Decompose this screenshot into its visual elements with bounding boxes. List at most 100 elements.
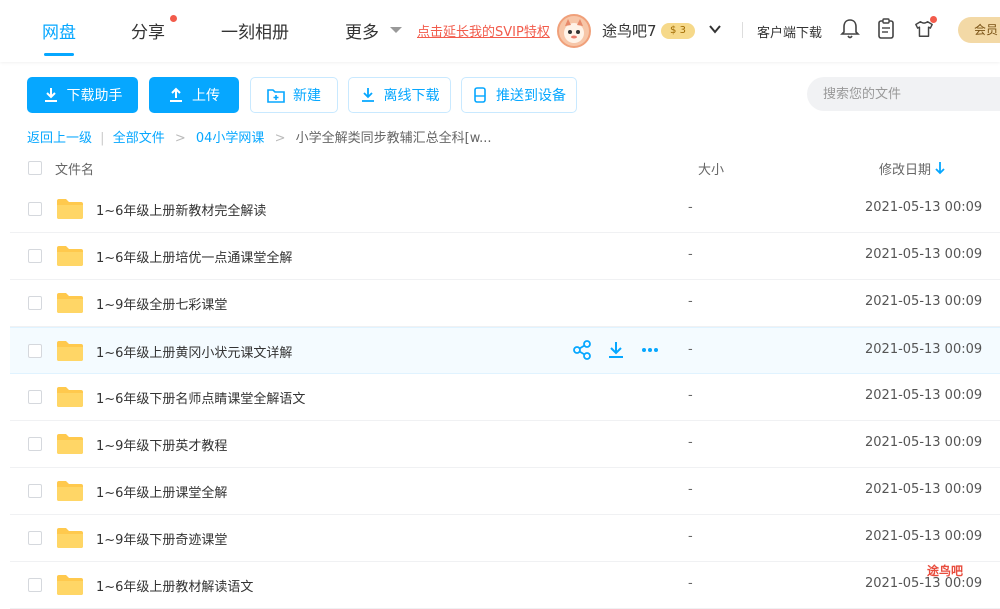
upload-button[interactable]: 上传 — [149, 77, 239, 113]
file-modified-date: 2021-05-13 00:09 — [865, 529, 983, 544]
breadcrumb-chevron-icon: > — [174, 131, 186, 146]
file-size: - — [688, 388, 693, 403]
row-checkbox[interactable] — [28, 531, 42, 545]
vip-currency-icon: $ — [670, 25, 677, 36]
row-actions — [572, 340, 660, 360]
table-row[interactable]: 1~9年级下册奇迹课堂 - 2021-05-13 00:09 — [10, 515, 1000, 562]
file-name[interactable]: 1~9年级下册英才教程 — [96, 435, 227, 454]
file-modified-date: 2021-05-13 00:09 — [865, 388, 983, 403]
avatar[interactable] — [557, 14, 591, 48]
svip-promo-link[interactable]: 点击延长我的SVIP特权 — [417, 21, 550, 40]
row-checkbox[interactable] — [28, 296, 42, 310]
nav-netdisk[interactable]: 网盘 — [42, 18, 76, 43]
table-header: 文件名 大小 修改日期 — [0, 150, 1000, 186]
file-size: - — [688, 342, 693, 357]
top-header: 网盘 分享 一刻相册 更多 点击延长我的SVIP特权 途鸟吧7 $ 3 客户端下… — [0, 0, 1000, 62]
column-header-modified[interactable]: 修改日期 — [879, 159, 931, 178]
breadcrumb-current: 小学全解类同步教辅汇总全科[w... — [295, 131, 492, 146]
download-icon — [44, 88, 57, 102]
row-checkbox[interactable] — [28, 249, 42, 263]
file-name[interactable]: 1~6年级下册名师点睛课堂全解语文 — [96, 388, 305, 407]
file-size: - — [688, 576, 693, 591]
account-chevron-down-icon[interactable] — [708, 22, 722, 36]
nav-album[interactable]: 一刻相册 — [221, 18, 289, 43]
offline-download-button[interactable]: 离线下载 — [348, 77, 451, 113]
client-download-link[interactable]: 客户端下载 — [757, 22, 822, 41]
folder-icon — [57, 387, 83, 407]
push-device-label: 推送到设备 — [496, 88, 566, 104]
file-name[interactable]: 1~6年级上册培优一点通课堂全解 — [96, 247, 292, 266]
file-size: - — [688, 529, 693, 544]
file-modified-date: 2021-05-13 00:09 — [865, 294, 983, 309]
breadcrumb-chevron-icon: > — [274, 131, 286, 146]
svip-level-badge: $ 3 — [661, 23, 695, 39]
new-folder-icon — [267, 89, 285, 103]
download-icon[interactable] — [606, 340, 626, 360]
upload-icon — [170, 87, 182, 102]
share-notification-dot — [170, 15, 177, 22]
folder-icon — [57, 575, 83, 595]
folder-icon — [57, 341, 83, 361]
table-row[interactable]: 1~9年级下册英才教程 - 2021-05-13 00:09 — [10, 421, 1000, 468]
folder-icon — [57, 246, 83, 266]
file-size: - — [688, 435, 693, 450]
vip-level: 3 — [679, 25, 686, 36]
file-name[interactable]: 1~6年级上册黄冈小状元课文详解 — [96, 342, 292, 361]
file-modified-date: 2021-05-13 00:09 — [865, 247, 983, 262]
file-modified-date: 2021-05-13 00:09 — [865, 342, 983, 357]
username[interactable]: 途鸟吧7 — [602, 20, 657, 41]
file-name[interactable]: 1~6年级上册教材解读语文 — [96, 576, 253, 595]
file-modified-date: 2021-05-13 00:09 — [865, 576, 983, 591]
bell-icon[interactable] — [840, 18, 860, 40]
offline-download-icon — [361, 88, 374, 102]
file-name[interactable]: 1~6年级上册课堂全解 — [96, 482, 227, 501]
member-button[interactable]: 会员 — [958, 17, 1000, 43]
table-row[interactable]: 1~6年级上册课堂全解 - 2021-05-13 00:09 — [10, 468, 1000, 515]
file-name[interactable]: 1~6年级上册新教材完全解读 — [96, 200, 266, 219]
select-all-checkbox[interactable] — [28, 161, 42, 175]
avatar-face-icon — [564, 19, 584, 43]
breadcrumb-all-files[interactable]: 全部文件 — [113, 131, 165, 146]
download-helper-button[interactable]: 下载助手 — [27, 77, 138, 113]
table-row[interactable]: 1~6年级上册培优一点通课堂全解 - 2021-05-13 00:09 — [10, 233, 1000, 280]
table-row[interactable]: 1~6年级上册新教材完全解读 - 2021-05-13 00:09 — [10, 186, 1000, 233]
new-folder-button[interactable]: 新建 — [250, 77, 338, 113]
file-name[interactable]: 1~9年级下册奇迹课堂 — [96, 529, 227, 548]
file-modified-date: 2021-05-13 00:09 — [865, 435, 983, 450]
table-row[interactable]: 1~9年级全册七彩课堂 - 2021-05-13 00:09 — [10, 280, 1000, 327]
breadcrumb-divider: | — [100, 131, 105, 146]
file-size: - — [688, 247, 693, 262]
row-checkbox[interactable] — [28, 484, 42, 498]
table-row[interactable]: 1~6年级上册教材解读语文 - 2021-05-13 00:09 — [10, 562, 1000, 609]
new-folder-label: 新建 — [293, 88, 321, 104]
sort-desc-arrow-icon[interactable] — [935, 161, 945, 175]
folder-icon — [57, 481, 83, 501]
row-checkbox[interactable] — [28, 437, 42, 451]
more-options-icon[interactable] — [640, 340, 660, 360]
column-header-name[interactable]: 文件名 — [55, 159, 94, 178]
download-helper-label: 下载助手 — [66, 88, 123, 104]
row-checkbox[interactable] — [28, 578, 42, 592]
breadcrumb-folder[interactable]: 04小学网课 — [196, 131, 265, 146]
push-device-button[interactable]: 推送到设备 — [461, 77, 577, 113]
breadcrumb-back[interactable]: 返回上一级 — [27, 131, 92, 146]
share-icon[interactable] — [572, 340, 592, 360]
row-checkbox[interactable] — [28, 202, 42, 216]
file-name[interactable]: 1~9年级全册七彩课堂 — [96, 294, 227, 313]
nav-active-indicator — [44, 53, 74, 56]
header-divider — [742, 22, 743, 38]
row-checkbox[interactable] — [28, 344, 42, 358]
clipboard-icon[interactable] — [876, 18, 896, 40]
file-modified-date: 2021-05-13 00:09 — [865, 200, 983, 215]
table-row[interactable]: 1~6年级下册名师点睛课堂全解语文 - 2021-05-13 00:09 — [10, 374, 1000, 421]
table-row[interactable]: 1~6年级上册黄冈小状元课文详解 - 2021-05-13 00:09 — [10, 327, 1000, 374]
nav-share[interactable]: 分享 — [131, 18, 165, 43]
file-size: - — [688, 294, 693, 309]
folder-icon — [57, 528, 83, 548]
search-input[interactable] — [807, 77, 1000, 111]
row-checkbox[interactable] — [28, 390, 42, 404]
more-chevron-icon[interactable] — [390, 27, 402, 33]
nav-more[interactable]: 更多 — [345, 18, 379, 43]
column-header-size[interactable]: 大小 — [698, 159, 724, 178]
watermark-text: 途鸟吧 — [927, 564, 964, 578]
